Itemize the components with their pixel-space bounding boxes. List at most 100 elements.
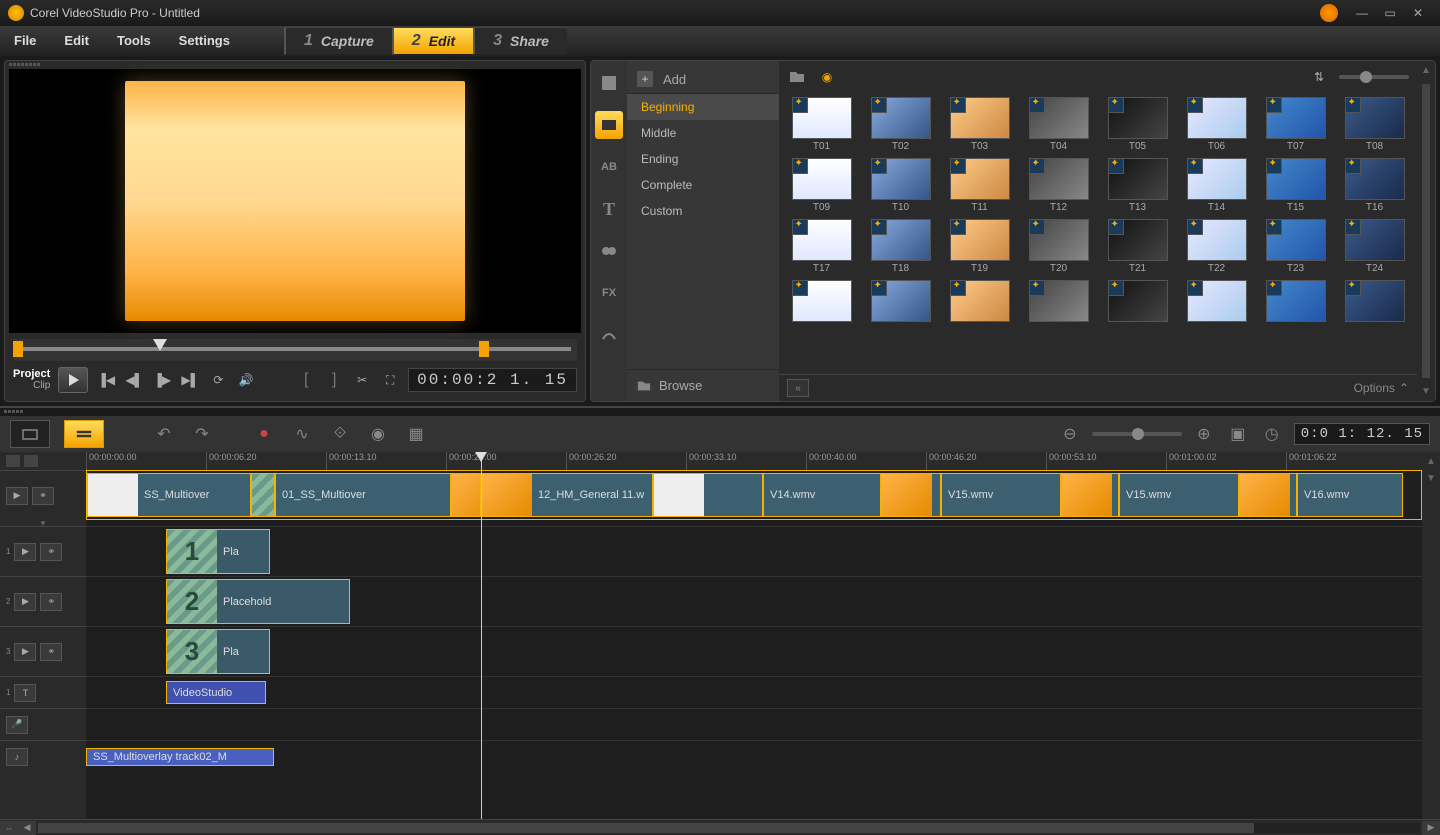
- lib-tab-media-icon[interactable]: [595, 69, 623, 97]
- video-clip[interactable]: [1239, 473, 1297, 517]
- template-thumb[interactable]: T04: [1024, 97, 1093, 152]
- video-clip[interactable]: SS_Multiover: [87, 473, 251, 517]
- mark-in-handle[interactable]: [13, 341, 23, 357]
- lib-tab-transition-icon[interactable]: AB: [595, 153, 623, 181]
- preview-canvas[interactable]: [9, 69, 581, 333]
- template-thumb[interactable]: [1261, 280, 1330, 324]
- repeat-button[interactable]: ⟳: [208, 370, 228, 390]
- library-scrollbar[interactable]: ▲▼: [1417, 61, 1435, 401]
- mark-out-button[interactable]: ]: [324, 370, 344, 390]
- undo-button[interactable]: ↶: [152, 422, 176, 446]
- template-thumb[interactable]: T13: [1103, 158, 1172, 213]
- minimize-button[interactable]: —: [1348, 4, 1376, 22]
- template-thumb[interactable]: T14: [1182, 158, 1251, 213]
- template-thumb[interactable]: T23: [1261, 219, 1330, 274]
- zoom-out-button[interactable]: ⊖: [1058, 422, 1082, 446]
- menu-edit[interactable]: Edit: [50, 26, 103, 56]
- audio-mixer-button[interactable]: ∿: [290, 422, 314, 446]
- overlay2-track-head[interactable]: 2▶⚭: [0, 576, 86, 626]
- template-thumb[interactable]: T17: [787, 219, 856, 274]
- mode-clip-label[interactable]: Clip: [33, 380, 50, 391]
- goto-start-button[interactable]: ▐◀: [96, 370, 116, 390]
- category-custom[interactable]: Custom: [627, 198, 779, 224]
- timeline-timecode[interactable]: 0:0 1: 12. 15: [1294, 423, 1430, 445]
- step-edit[interactable]: 2Edit: [392, 27, 473, 55]
- template-thumb[interactable]: T03: [945, 97, 1014, 152]
- music-track[interactable]: SS_Multioverlay track02_M: [86, 740, 1422, 772]
- video-clip[interactable]: [1061, 473, 1119, 517]
- toggle-1[interactable]: [6, 455, 20, 467]
- video-clip[interactable]: [881, 473, 941, 517]
- template-thumb[interactable]: T16: [1340, 158, 1409, 213]
- timeline-grip[interactable]: [0, 408, 1440, 416]
- menu-settings[interactable]: Settings: [165, 26, 244, 56]
- hscroll-thumb[interactable]: [38, 823, 1254, 833]
- video-clip[interactable]: V15.wmv: [941, 473, 1061, 517]
- add-category-button[interactable]: +Add: [627, 65, 779, 94]
- title-track-head[interactable]: 1T: [0, 676, 86, 708]
- template-thumb[interactable]: T15: [1261, 158, 1330, 213]
- options-button[interactable]: Options ⌃: [1354, 381, 1409, 395]
- video-clip[interactable]: [251, 473, 275, 517]
- video-clip[interactable]: 12_HM_General 11.w: [481, 473, 653, 517]
- import-folder-icon[interactable]: [787, 67, 807, 87]
- video-track[interactable]: SS_Multiover01_SS_Multiover12_HM_General…: [86, 470, 1422, 520]
- template-thumb[interactable]: [787, 280, 856, 324]
- collapse-button[interactable]: «: [787, 379, 809, 397]
- template-thumb[interactable]: T11: [945, 158, 1014, 213]
- video-clip[interactable]: V14.wmv: [763, 473, 881, 517]
- project-duration-icon[interactable]: ◷: [1260, 422, 1284, 446]
- fit-project-button[interactable]: ▣: [1226, 422, 1250, 446]
- template-thumb[interactable]: T06: [1182, 97, 1251, 152]
- template-thumb[interactable]: T05: [1103, 97, 1172, 152]
- video-track-head[interactable]: ▶⚭: [0, 470, 86, 520]
- video-clip[interactable]: V16.wmv: [1297, 473, 1403, 517]
- audio-clip[interactable]: SS_Multioverlay track02_M: [86, 748, 274, 766]
- maximize-button[interactable]: ▭: [1376, 4, 1404, 22]
- title-track[interactable]: VideoStudio: [86, 676, 1422, 708]
- category-ending[interactable]: Ending: [627, 146, 779, 172]
- browse-button[interactable]: Browse: [627, 369, 779, 401]
- record-button[interactable]: ●: [252, 422, 276, 446]
- overlay3-track[interactable]: 3Pla: [86, 626, 1422, 676]
- lib-tab-graphic-icon[interactable]: [595, 237, 623, 265]
- video-clip[interactable]: [451, 473, 481, 517]
- goto-end-button[interactable]: ▶▌: [180, 370, 200, 390]
- drag-grip[interactable]: [5, 61, 585, 69]
- video-clip[interactable]: [653, 473, 763, 517]
- track-manager-button[interactable]: ▦: [404, 422, 428, 446]
- prev-frame-button[interactable]: ◀▌: [124, 370, 144, 390]
- template-thumb[interactable]: [1182, 280, 1251, 324]
- time-ruler[interactable]: 00:00:00.0000:00:06.2000:00:13.1000:00:2…: [86, 452, 1422, 470]
- overlay2-track[interactable]: 2Placehold: [86, 576, 1422, 626]
- next-frame-button[interactable]: ▐▶: [152, 370, 172, 390]
- template-thumb[interactable]: [1103, 280, 1172, 324]
- voice-track[interactable]: [86, 708, 1422, 740]
- template-thumb[interactable]: T12: [1024, 158, 1093, 213]
- preview-timecode[interactable]: 00:00:2 1. 15: [408, 368, 577, 392]
- template-thumb[interactable]: T24: [1340, 219, 1409, 274]
- thumbnail-size-slider[interactable]: [1339, 75, 1409, 79]
- mark-in-button[interactable]: [: [296, 370, 316, 390]
- toggle-2[interactable]: [24, 455, 38, 467]
- timeline-hscroll[interactable]: ⇔ ◀ ▶: [0, 819, 1440, 835]
- mark-out-handle[interactable]: [479, 341, 489, 357]
- lib-tab-path-icon[interactable]: [595, 321, 623, 349]
- menu-file[interactable]: File: [0, 26, 50, 56]
- voice-track-head[interactable]: 🎤: [0, 708, 86, 740]
- template-thumb[interactable]: T02: [866, 97, 935, 152]
- template-thumb[interactable]: T07: [1261, 97, 1330, 152]
- template-thumb[interactable]: T08: [1340, 97, 1409, 152]
- template-thumb[interactable]: [866, 280, 935, 324]
- template-thumb[interactable]: T18: [866, 219, 935, 274]
- template-thumb[interactable]: T01: [787, 97, 856, 152]
- lib-tab-filter-icon[interactable]: FX: [595, 279, 623, 307]
- zoom-in-button[interactable]: ⊕: [1192, 422, 1216, 446]
- overlay1-clip[interactable]: 1Pla: [166, 529, 270, 574]
- overlay1-track[interactable]: 1Pla: [86, 526, 1422, 576]
- template-thumb[interactable]: [1024, 280, 1093, 324]
- overlay2-clip[interactable]: 2Placehold: [166, 579, 350, 624]
- sort-icon[interactable]: ⇅: [1309, 67, 1329, 87]
- overlay3-track-head[interactable]: 3▶⚭: [0, 626, 86, 676]
- timeline-view-button[interactable]: [64, 420, 104, 448]
